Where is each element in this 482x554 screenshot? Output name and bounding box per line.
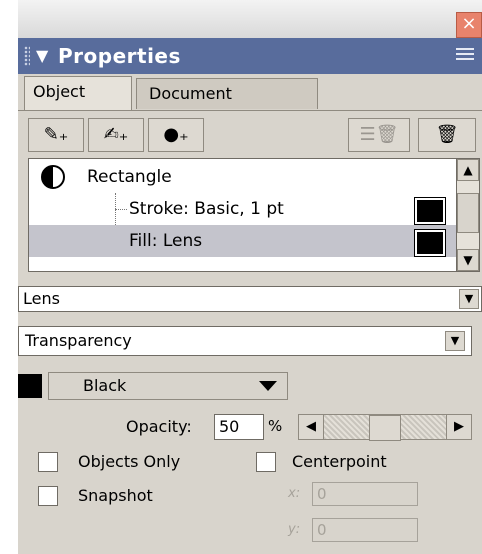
- scroll-down-button[interactable]: ▼: [457, 249, 479, 271]
- trash-button[interactable]: 🗑: [418, 118, 476, 152]
- drag-grip-icon[interactable]: [24, 46, 30, 66]
- center-y-input[interactable]: 0: [312, 518, 418, 542]
- center-y-label: y:: [288, 522, 301, 537]
- lens-color-value: Black: [83, 376, 127, 395]
- close-button[interactable]: ×: [456, 12, 482, 38]
- opacity-row: Opacity: 50 % ◀ ▶: [18, 414, 472, 442]
- slider-thumb[interactable]: [369, 415, 401, 441]
- opacity-label: Opacity:: [126, 417, 192, 436]
- rectangle-object-icon: [41, 165, 65, 189]
- close-icon: ×: [461, 13, 477, 34]
- list-scrollbar[interactable]: ▲ ▼: [456, 158, 480, 272]
- list-item-stroke[interactable]: Stroke: Basic, 1 pt: [29, 193, 457, 225]
- panel-title: Properties: [58, 44, 181, 68]
- list-item-label: Stroke: Basic, 1 pt: [129, 199, 284, 219]
- panel-menu-icon[interactable]: [456, 48, 474, 62]
- centerpoint-label: Centerpoint: [292, 452, 387, 471]
- chevron-down-icon[interactable]: ▼: [459, 289, 479, 309]
- add-fill-button[interactable]: ●₊: [148, 118, 204, 152]
- chevron-down-icon: [259, 381, 277, 391]
- delete-attribute-button[interactable]: ☰🗑: [348, 118, 410, 152]
- objects-only-checkbox[interactable]: [38, 452, 58, 472]
- lens-color-row: Black: [18, 372, 318, 402]
- opacity-input[interactable]: 50: [214, 414, 264, 440]
- list-item-label: Rectangle: [87, 167, 172, 187]
- arrow-up-icon: ▲: [463, 163, 473, 177]
- stroke-color-swatch[interactable]: [414, 197, 446, 225]
- slider-left-button[interactable]: ◀: [298, 414, 324, 440]
- attributes-toolbar: ✎₊ ✍₊ ●₊ ☰🗑 🗑: [28, 118, 476, 154]
- scroll-thumb[interactable]: [457, 193, 479, 233]
- arrow-right-icon: ▶: [454, 419, 464, 434]
- snapshot-label: Snapshot: [78, 486, 153, 505]
- collapse-arrow-icon[interactable]: ▼: [36, 46, 48, 65]
- add-stroke-button[interactable]: ✎₊: [28, 118, 84, 152]
- slider-right-button[interactable]: ▶: [446, 414, 472, 440]
- list-trash-icon: ☰🗑: [359, 124, 399, 145]
- window-top-strip: ×: [18, 0, 482, 38]
- tab-bar: Object Document: [18, 74, 482, 111]
- pencil-icon: ✎₊: [43, 124, 69, 145]
- slider-track[interactable]: [324, 414, 446, 441]
- snapshot-checkbox[interactable]: [38, 486, 58, 506]
- tab-document[interactable]: Document: [136, 78, 318, 109]
- center-x-input[interactable]: 0: [312, 482, 418, 506]
- arrow-left-icon: ◀: [306, 419, 316, 434]
- chevron-down-icon[interactable]: ▼: [445, 331, 465, 351]
- objects-only-label: Objects Only: [78, 452, 181, 471]
- scroll-up-button[interactable]: ▲: [457, 159, 479, 181]
- fill-type-select[interactable]: Lens ▼: [18, 286, 482, 312]
- circle-icon: ●₊: [163, 124, 189, 145]
- list-item-fill[interactable]: Fill: Lens: [29, 225, 457, 257]
- pen-tool-icon: ✍₊: [103, 124, 129, 145]
- tab-object[interactable]: Object: [24, 76, 132, 110]
- lens-mode-value: Transparency: [25, 331, 132, 350]
- opacity-slider[interactable]: ◀ ▶: [298, 414, 472, 441]
- trash-icon: 🗑: [435, 124, 459, 145]
- lens-mode-select[interactable]: Transparency ▼: [18, 326, 472, 356]
- lens-color-dropdown[interactable]: Black: [48, 372, 288, 400]
- panel-titlebar[interactable]: ▼ Properties: [18, 38, 482, 74]
- lens-color-swatch[interactable]: [18, 374, 42, 398]
- center-x-label: x:: [288, 486, 301, 501]
- add-effect-button[interactable]: ✍₊: [88, 118, 144, 152]
- centerpoint-checkbox[interactable]: [256, 452, 276, 472]
- list-item-rectangle[interactable]: Rectangle: [29, 161, 457, 193]
- fill-color-swatch[interactable]: [414, 229, 446, 257]
- opacity-unit: %: [268, 417, 283, 435]
- attributes-list[interactable]: Rectangle Stroke: Basic, 1 pt Fill: Lens: [28, 158, 458, 272]
- list-item-label: Fill: Lens: [129, 231, 203, 251]
- arrow-down-icon: ▼: [463, 253, 473, 267]
- fill-type-value: Lens: [23, 289, 60, 308]
